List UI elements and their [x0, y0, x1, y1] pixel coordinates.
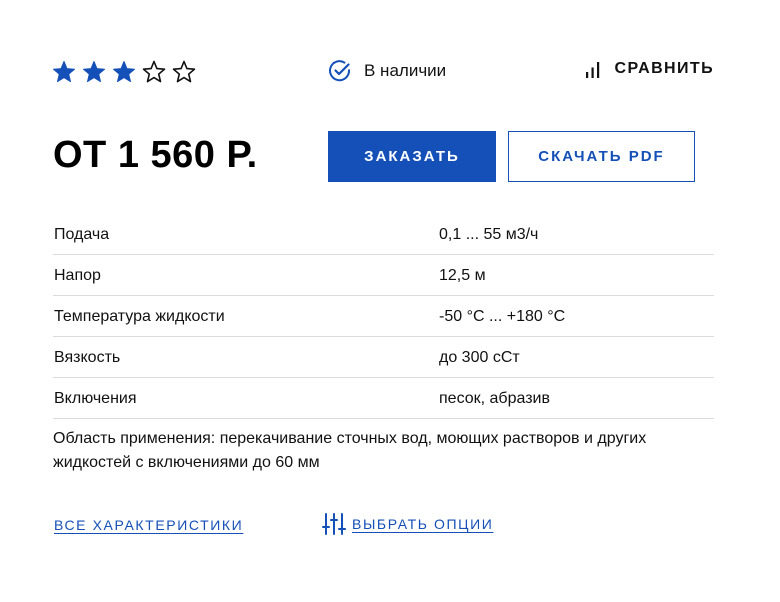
- all-specs-link[interactable]: ВСЕ ХАРАКТЕРИСТИКИ: [54, 517, 243, 533]
- choose-options-link[interactable]: ВЫБРАТЬ ОПЦИИ: [322, 512, 493, 536]
- spec-row: Включения песок, абразив: [53, 378, 714, 419]
- spec-name: Подача: [54, 225, 110, 243]
- product-summary-bar: В наличии СРАВНИТЬ: [52, 58, 714, 88]
- star-empty-icon: [172, 60, 196, 83]
- specs-table: Подача 0,1 ... 55 м3/ч Напор 12,5 м Темп…: [53, 214, 714, 419]
- price-label: ОТ 1 560 Р.: [53, 134, 258, 176]
- application-description: Область применения: перекачивание сточны…: [53, 430, 647, 471]
- star-empty-icon: [142, 60, 166, 83]
- star-filled-icon: [83, 61, 105, 83]
- spec-name: Включения: [54, 389, 137, 407]
- spec-row: Температура жидкости -50 °С ... +180 °С: [53, 296, 714, 337]
- download-pdf-button[interactable]: СКАЧАТЬ PDF: [508, 131, 695, 182]
- availability-label: В наличии: [364, 61, 447, 80]
- compare-label: СРАВНИТЬ: [614, 60, 714, 77]
- star-filled-icon: [113, 61, 135, 83]
- spec-value: песок, абразив: [439, 389, 550, 407]
- bottom-links: ВСЕ ХАРАКТЕРИСТИКИ ВЫБРАТЬ ОПЦИИ: [53, 512, 714, 538]
- spec-value: до 300 сСт: [439, 348, 520, 366]
- spec-name: Напор: [54, 266, 101, 284]
- choose-options-label: ВЫБРАТЬ ОПЦИИ: [352, 516, 494, 532]
- spec-value: 0,1 ... 55 м3/ч: [439, 225, 539, 243]
- order-button[interactable]: ЗАКАЗАТЬ: [328, 131, 496, 182]
- spec-row: Подача 0,1 ... 55 м3/ч: [53, 214, 714, 255]
- spec-name: Температура жидкости: [54, 307, 225, 325]
- sliders-icon: [322, 513, 346, 535]
- rating-stars: [52, 60, 196, 84]
- star-filled-icon: [53, 61, 75, 83]
- spec-value: 12,5 м: [439, 266, 486, 284]
- compare-button[interactable]: СРАВНИТЬ: [585, 59, 714, 79]
- spec-row: Вязкость до 300 сСт: [53, 337, 714, 378]
- check-circle-icon: [329, 60, 351, 82]
- availability-status: В наличии: [328, 59, 446, 83]
- spec-row: Напор 12,5 м: [53, 255, 714, 296]
- spec-name: Вязкость: [54, 348, 121, 366]
- spec-value: -50 °С ... +180 °С: [439, 307, 566, 325]
- bar-chart-icon: [585, 62, 599, 78]
